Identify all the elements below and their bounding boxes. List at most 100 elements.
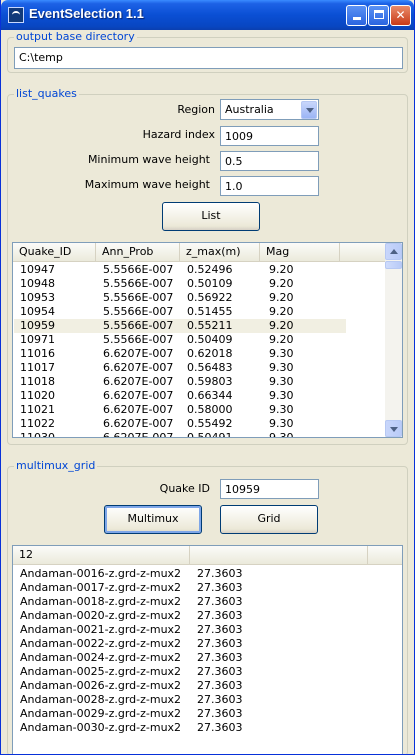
z-max-cell: 0.55211	[187, 319, 233, 332]
title-bar[interactable]: EventSelection 1.1 ✕	[1, 0, 414, 30]
z-max-cell: 0.59803	[187, 375, 233, 388]
quake-id-cell: 11018	[20, 375, 55, 388]
window-title: EventSelection 1.1	[29, 6, 144, 21]
list-item[interactable]: Andaman-0029-z.grd-z-mux2 27.3603	[14, 707, 394, 721]
mux-file-value-cell: 27.3603	[197, 665, 243, 678]
region-select-value: Australia	[225, 103, 274, 116]
mag-cell: 9.20	[269, 305, 294, 318]
minimize-button[interactable]	[346, 5, 367, 26]
close-button[interactable]: ✕	[390, 5, 411, 26]
column-header-mag[interactable]: Mag	[260, 243, 340, 261]
mag-cell: 9.30	[269, 389, 294, 402]
chevron-down-icon[interactable]	[301, 101, 317, 119]
table-row[interactable]: 11017 6.6207E-007 0.56483 9.30	[14, 361, 346, 375]
grid-button[interactable]: Grid	[220, 505, 318, 534]
mux-file-value-cell: 27.3603	[197, 595, 243, 608]
list-item[interactable]: Andaman-0030-z.grd-z-mux2 27.3603	[14, 721, 394, 735]
z-max-cell: 0.62018	[187, 347, 233, 360]
ann-prob-cell: 5.5566E-007	[103, 277, 174, 290]
scroll-thumb[interactable]	[385, 261, 402, 269]
max-wave-height-input[interactable]: 1.0	[220, 176, 319, 196]
ann-prob-cell: 6.6207E-007	[103, 417, 174, 430]
mux-file-name-cell: Andaman-0017-z.grd-z-mux2	[20, 581, 182, 594]
maximize-button[interactable]	[368, 5, 389, 26]
quake-id-cell: 10959	[20, 319, 55, 332]
quake-id-cell: 10947	[20, 263, 55, 276]
hazard-index-input[interactable]: 1009	[220, 126, 319, 146]
output-directory-input[interactable]: C:\temp	[14, 47, 403, 69]
list-item[interactable]: Andaman-0018-z.grd-z-mux2 27.3603	[14, 595, 394, 609]
ann-prob-cell: 5.5566E-007	[103, 291, 174, 304]
quakes-list[interactable]: Quake_ID Ann_Prob z_max(m) Mag 10947 5.55…	[12, 242, 403, 438]
ann-prob-cell: 5.5566E-007	[103, 263, 174, 276]
column-header-value[interactable]	[190, 546, 368, 564]
min-wave-height-label: Minimum wave height	[87, 153, 210, 166]
list-item[interactable]: Andaman-0016-z.grd-z-mux2 27.3603	[14, 567, 394, 581]
list-item[interactable]: Andaman-0028-z.grd-z-mux2 27.3603	[14, 693, 394, 707]
quake-id-input[interactable]: 10959	[220, 479, 319, 499]
list-item[interactable]: Andaman-0026-z.grd-z-mux2 27.3603	[14, 679, 394, 693]
list-item[interactable]: Andaman-0022-z.grd-z-mux2 27.3603	[14, 637, 394, 651]
table-row[interactable]: 10953 5.5566E-007 0.56922 9.20	[14, 291, 346, 305]
region-select[interactable]: Australia	[220, 99, 319, 120]
list-item[interactable]: Andaman-0021-z.grd-z-mux2 27.3603	[14, 623, 394, 637]
mux-file-value-cell: 27.3603	[197, 693, 243, 706]
mux-file-value-cell: 27.3603	[197, 651, 243, 664]
column-header-z-max[interactable]: z_max(m)	[180, 243, 260, 261]
output-directory-legend: output base directory	[14, 30, 137, 44]
table-row[interactable]: 10948 5.5566E-007 0.50109 9.20	[14, 277, 346, 291]
table-row[interactable]: 10959 5.5566E-007 0.55211 9.20	[14, 319, 346, 333]
table-row[interactable]: 10971 5.5566E-007 0.50409 9.20	[14, 333, 346, 347]
z-max-cell: 0.58000	[187, 403, 233, 416]
table-row[interactable]: 11020 6.6207E-007 0.66344 9.30	[14, 389, 346, 403]
list-item[interactable]: Andaman-0017-z.grd-z-mux2 27.3603	[14, 581, 394, 595]
table-row[interactable]: 10947 5.5566E-007 0.52496 9.20	[14, 263, 346, 277]
table-row[interactable]: 11016 6.6207E-007 0.62018 9.30	[14, 347, 346, 361]
column-header-quake-id[interactable]: Quake_ID	[13, 243, 96, 261]
quake-id-cell: 11020	[20, 389, 55, 402]
mag-cell: 9.30	[269, 375, 294, 388]
quake-id-cell: 10971	[20, 333, 55, 346]
min-wave-height-input[interactable]: 0.5	[220, 151, 319, 171]
mux-file-value-cell: 27.3603	[197, 623, 243, 636]
output-directory-group: output base directory C:\temp	[7, 30, 408, 73]
multimux-button[interactable]: Multimux	[104, 505, 202, 534]
hazard-index-label: Hazard index	[142, 128, 215, 141]
mag-cell: 9.30	[269, 431, 294, 438]
z-max-cell: 0.66344	[187, 389, 233, 402]
column-header-count[interactable]: 12	[13, 546, 190, 564]
mag-cell: 9.20	[269, 277, 294, 290]
mux-file-value-cell: 27.3603	[197, 707, 243, 720]
quake-id-cell: 11021	[20, 403, 55, 416]
z-max-cell: 0.51455	[187, 305, 233, 318]
quake-id-cell: 10948	[20, 277, 55, 290]
ann-prob-cell: 6.6207E-007	[103, 347, 174, 360]
list-button[interactable]: List	[162, 202, 260, 231]
table-row[interactable]: 11022 6.6207E-007 0.55492 9.30	[14, 417, 346, 431]
ann-prob-cell: 6.6207E-007	[103, 403, 174, 416]
scroll-down-icon[interactable]	[385, 420, 402, 437]
mux-file-name-cell: Andaman-0026-z.grd-z-mux2	[20, 679, 182, 692]
ann-prob-cell: 5.5566E-007	[103, 333, 174, 346]
table-row[interactable]: 11018 6.6207E-007 0.59803 9.30	[14, 375, 346, 389]
list-item[interactable]: Andaman-0025-z.grd-z-mux2 27.3603	[14, 665, 394, 679]
quakes-list-scrollbar[interactable]	[385, 243, 402, 437]
scroll-up-icon[interactable]	[385, 243, 402, 260]
app-window: EventSelection 1.1 ✕ output base directo…	[0, 0, 415, 755]
mag-cell: 9.30	[269, 417, 294, 430]
ann-prob-cell: 5.5566E-007	[103, 319, 174, 332]
z-max-cell: 0.56922	[187, 291, 233, 304]
ann-prob-cell: 5.5566E-007	[103, 305, 174, 318]
max-wave-height-label: Maximum wave height	[84, 178, 210, 191]
list-item[interactable]: Andaman-0024-z.grd-z-mux2 27.3603	[14, 651, 394, 665]
mag-cell: 9.20	[269, 319, 294, 332]
z-max-cell: 0.56483	[187, 361, 233, 374]
table-row[interactable]: 10954 5.5566E-007 0.51455 9.20	[14, 305, 346, 319]
table-row[interactable]: 11030 6.6207E-007 0.50491 9.30	[14, 431, 346, 438]
column-header-ann-prob[interactable]: Ann_Prob	[96, 243, 180, 261]
mux-files-list-header: 12	[13, 546, 402, 565]
list-item[interactable]: Andaman-0020-z.grd-z-mux2 27.3603	[14, 609, 394, 623]
mux-files-list[interactable]: 12 Andaman-0016-z.grd-z-mux2 27.3603 Andam…	[12, 545, 403, 754]
table-row[interactable]: 11021 6.6207E-007 0.58000 9.30	[14, 403, 346, 417]
minimize-icon	[352, 17, 361, 20]
